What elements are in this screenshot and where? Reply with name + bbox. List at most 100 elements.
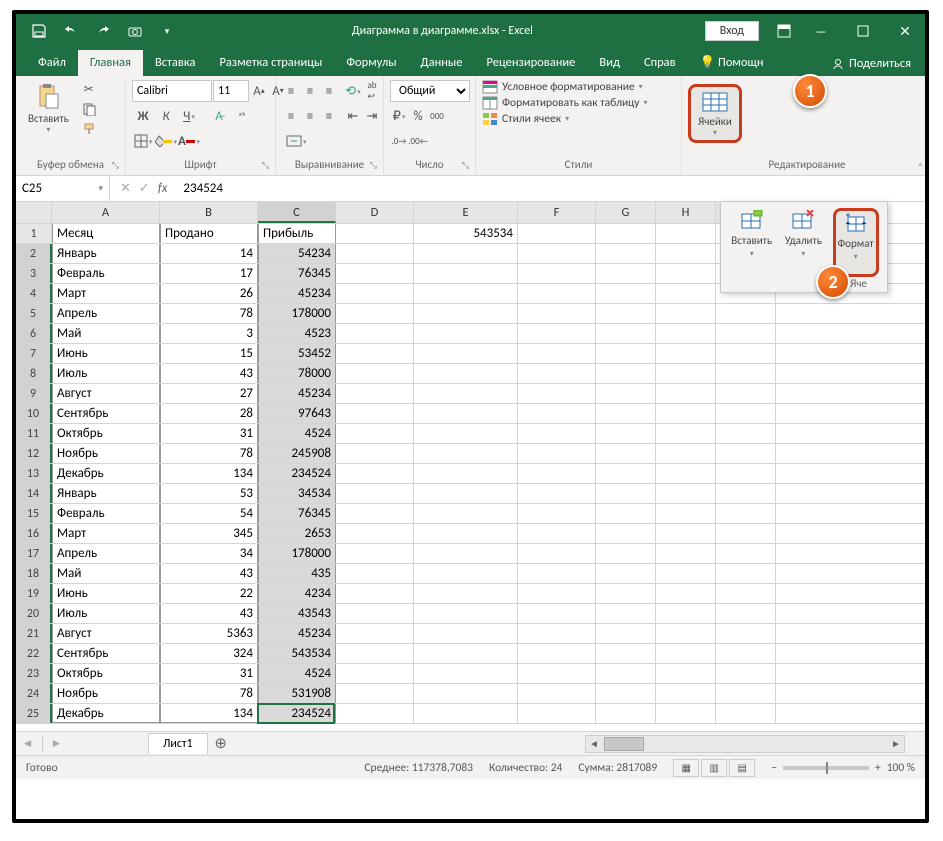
cell[interactable]	[656, 244, 716, 263]
increase-font-icon[interactable]: A▴	[250, 80, 268, 102]
cell[interactable]	[414, 404, 518, 423]
cell[interactable]	[656, 624, 716, 643]
cell[interactable]	[414, 664, 518, 683]
cell[interactable]	[596, 644, 656, 663]
column-header[interactable]: F	[518, 202, 596, 223]
cell[interactable]: 43	[160, 604, 258, 623]
cell[interactable]: 53	[160, 484, 258, 503]
qat-customize-icon[interactable]: ▾	[154, 18, 180, 44]
cell[interactable]	[336, 624, 414, 643]
align-left-icon[interactable]: ≡	[282, 105, 300, 127]
cell[interactable]: Продано	[160, 224, 258, 243]
fill-color-button[interactable]: ▾	[155, 130, 177, 152]
row-header[interactable]: 11	[16, 424, 52, 443]
cell[interactable]	[518, 284, 596, 303]
cancel-formula-icon[interactable]: ✕	[120, 181, 131, 196]
cell[interactable]	[336, 404, 414, 423]
format-as-table-button[interactable]: Форматировать как таблицу ▾	[482, 96, 648, 110]
cell[interactable]	[716, 544, 776, 563]
cell[interactable]: 78000	[258, 364, 336, 383]
increase-decimal-icon[interactable]: .0→	[390, 130, 408, 152]
cell[interactable]	[716, 604, 776, 623]
cell[interactable]	[596, 264, 656, 283]
cell[interactable]	[518, 224, 596, 243]
cell[interactable]	[656, 304, 716, 323]
cell[interactable]: Июнь	[52, 584, 160, 603]
cell[interactable]: 435	[258, 564, 336, 583]
cell[interactable]: 22	[160, 584, 258, 603]
select-all-button[interactable]	[16, 202, 52, 223]
cell[interactable]	[414, 324, 518, 343]
formula-input[interactable]: 234524	[177, 181, 925, 196]
cell[interactable]: Декабрь	[52, 464, 160, 483]
cell[interactable]	[656, 404, 716, 423]
cell[interactable]: 5363	[160, 624, 258, 643]
tab-formulas[interactable]: Формулы	[334, 50, 408, 76]
tab-help[interactable]: Справ	[632, 50, 688, 76]
row-header[interactable]: 16	[16, 524, 52, 543]
cell[interactable]: Апрель	[52, 544, 160, 563]
column-header[interactable]: D	[336, 202, 414, 223]
cell[interactable]	[336, 464, 414, 483]
cells-group-button[interactable]: Ячейки ▾	[688, 84, 742, 143]
cell[interactable]	[414, 584, 518, 603]
cell[interactable]: 43	[160, 364, 258, 383]
row-header[interactable]: 23	[16, 664, 52, 683]
cell[interactable]: 28	[160, 404, 258, 423]
cell[interactable]: 3	[160, 324, 258, 343]
cell[interactable]	[336, 664, 414, 683]
column-header[interactable]: C	[258, 202, 336, 223]
row-header[interactable]: 14	[16, 484, 52, 503]
cell[interactable]: 345	[160, 524, 258, 543]
cell[interactable]	[596, 244, 656, 263]
cell[interactable]	[414, 604, 518, 623]
tab-view[interactable]: Вид	[587, 50, 632, 76]
format-painter-icon[interactable]	[79, 120, 99, 138]
cell[interactable]	[414, 564, 518, 583]
cell[interactable]	[414, 644, 518, 663]
cell[interactable]	[414, 264, 518, 283]
maximize-button[interactable]	[843, 14, 883, 48]
cell[interactable]: 2653	[258, 524, 336, 543]
row-header[interactable]: 10	[16, 404, 52, 423]
cell[interactable]	[716, 464, 776, 483]
cell[interactable]	[518, 244, 596, 263]
merge-cells-button[interactable]: ▾	[282, 130, 311, 152]
name-box[interactable]: C25▾	[16, 176, 110, 201]
cell[interactable]: 76345	[258, 264, 336, 283]
cell[interactable]	[656, 444, 716, 463]
row-header[interactable]: 4	[16, 284, 52, 303]
delete-cells-button[interactable]: Удалить▾	[783, 208, 824, 277]
sheet-nav-next-icon[interactable]: ►	[51, 736, 63, 751]
cell[interactable]	[336, 244, 414, 263]
cell[interactable]	[518, 464, 596, 483]
column-header[interactable]: B	[160, 202, 258, 223]
align-top-icon[interactable]: ≡	[282, 80, 300, 102]
cell[interactable]: 324	[160, 644, 258, 663]
cell[interactable]	[518, 324, 596, 343]
italic-button[interactable]: К	[155, 105, 177, 127]
conditional-formatting-button[interactable]: Условное форматирование ▾	[482, 80, 648, 94]
cell[interactable]	[656, 604, 716, 623]
tab-page-layout[interactable]: Разметка страницы	[207, 50, 334, 76]
row-header[interactable]: 17	[16, 544, 52, 563]
column-header[interactable]: G	[596, 202, 656, 223]
cell[interactable]	[518, 604, 596, 623]
borders-button[interactable]: ▾	[132, 130, 154, 152]
percent-format-icon[interactable]: %	[409, 105, 427, 127]
cell[interactable]	[336, 264, 414, 283]
cell[interactable]: 178000	[258, 544, 336, 563]
row-header[interactable]: 13	[16, 464, 52, 483]
row-header[interactable]: 3	[16, 264, 52, 283]
tab-home[interactable]: Главная	[78, 50, 143, 76]
row-header[interactable]: 24	[16, 684, 52, 703]
cell[interactable]	[414, 244, 518, 263]
cell[interactable]	[596, 564, 656, 583]
cell[interactable]	[596, 324, 656, 343]
cell[interactable]: 531908	[258, 684, 336, 703]
cell[interactable]	[336, 704, 414, 723]
cell[interactable]	[518, 624, 596, 643]
cell[interactable]	[414, 284, 518, 303]
row-header[interactable]: 18	[16, 564, 52, 583]
cell[interactable]	[656, 704, 716, 723]
